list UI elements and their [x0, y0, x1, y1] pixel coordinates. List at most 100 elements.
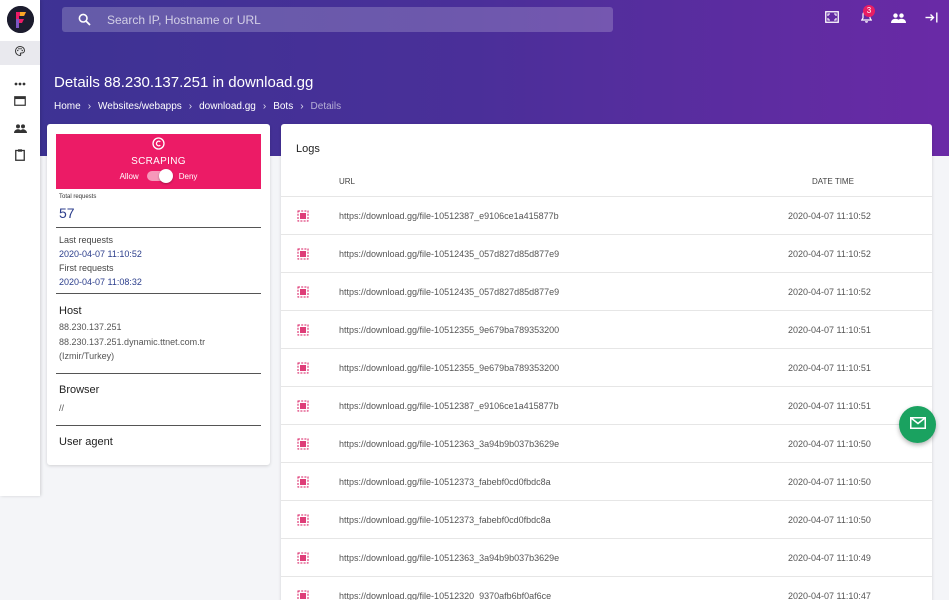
breadcrumb-details: Details — [310, 101, 342, 112]
bot-icon — [297, 437, 309, 450]
bot-icon — [297, 551, 309, 564]
host-heading: Host — [59, 305, 82, 317]
bot-icon — [297, 513, 309, 526]
breadcrumb-separator-icon: › — [262, 101, 267, 112]
log-url[interactable]: https://download.gg/file-10512373_fabebf… — [339, 477, 551, 487]
log-row[interactable]: https://download.gg/file-10512387_e9106c… — [281, 196, 932, 234]
scraping-title: SCRAPING — [131, 156, 186, 167]
app-logo[interactable] — [7, 6, 34, 33]
log-date: 2020-04-07 11:10:50 — [788, 515, 871, 525]
bot-icon — [297, 209, 309, 222]
log-row[interactable]: https://download.gg/file-10512363_3a94b9… — [281, 424, 932, 462]
bot-icon — [297, 361, 309, 374]
bot-details-card: SCRAPING Allow Deny Total requests 57 La… — [47, 124, 270, 465]
breadcrumb-separator-icon: › — [87, 101, 92, 112]
bot-icon — [297, 285, 309, 298]
bot-icon — [297, 247, 309, 260]
last-requests-value: 2020-04-07 11:10:52 — [59, 249, 142, 259]
host-location: (Izmir/Turkey) — [59, 351, 115, 361]
bot-icon — [297, 323, 309, 336]
more-horiz-icon — [14, 73, 26, 91]
logout-button[interactable] — [922, 10, 940, 28]
bot-icon — [297, 589, 309, 600]
team-button[interactable] — [889, 10, 907, 28]
allow-deny-toggle-row: Allow Deny — [56, 169, 261, 183]
palette-icon — [14, 44, 26, 62]
notification-count-badge: 3 — [863, 5, 875, 17]
divider — [56, 425, 261, 426]
browser-window-icon — [14, 93, 26, 111]
group-icon — [890, 10, 906, 28]
log-row[interactable]: https://download.gg/file-10512363_3a94b9… — [281, 538, 932, 576]
sidebar — [0, 0, 40, 496]
col-header-date: DATE TIME — [812, 177, 854, 186]
logout-icon — [925, 10, 938, 28]
log-url[interactable]: https://download.gg/file-10512435_057d82… — [339, 249, 559, 259]
breadcrumb-site[interactable]: download.gg — [199, 101, 256, 112]
log-date: 2020-04-07 11:10:52 — [788, 211, 871, 221]
host-hostname: 88.230.137.251.dynamic.ttnet.com.tr — [59, 337, 206, 347]
allow-deny-toggle[interactable] — [146, 169, 173, 183]
log-url[interactable]: https://download.gg/file-10512355_9e679b… — [339, 325, 559, 335]
divider — [56, 293, 261, 294]
log-url[interactable]: https://download.gg/file-10512373_fabebf… — [339, 515, 551, 525]
fullscreen-button[interactable] — [823, 10, 841, 28]
log-date: 2020-04-07 11:10:52 — [788, 287, 871, 297]
log-row[interactable]: https://download.gg/file-10512373_fabebf… — [281, 462, 932, 500]
first-requests-label: First requests — [59, 263, 114, 273]
bot-icon — [297, 399, 309, 412]
log-row[interactable]: https://download.gg/file-10512435_057d82… — [281, 272, 932, 310]
search-bar[interactable] — [62, 7, 613, 32]
contact-fab-button[interactable] — [899, 406, 936, 443]
scraping-panel: SCRAPING Allow Deny — [56, 134, 261, 189]
log-url[interactable]: https://download.gg/file-10512363_3a94b9… — [339, 439, 559, 449]
breadcrumb-home[interactable]: Home — [54, 101, 81, 112]
log-url[interactable]: https://download.gg/file-10512435_057d82… — [339, 287, 559, 297]
log-date: 2020-04-07 11:10:47 — [788, 591, 871, 600]
log-row[interactable]: https://download.gg/file-10512320_9370af… — [281, 576, 932, 600]
log-row[interactable]: https://download.gg/file-10512355_9e679b… — [281, 348, 932, 386]
log-row[interactable]: https://download.gg/file-10512355_9e679b… — [281, 310, 932, 348]
sidebar-item-users[interactable] — [0, 117, 40, 141]
log-row[interactable]: https://download.gg/file-10512373_fabebf… — [281, 500, 932, 538]
log-url[interactable]: https://download.gg/file-10512387_e9106c… — [339, 211, 559, 221]
fullscreen-icon — [825, 10, 839, 28]
divider — [56, 227, 261, 228]
log-date: 2020-04-07 11:10:52 — [788, 249, 871, 259]
last-requests-label: Last requests — [59, 235, 114, 245]
col-header-url: URL — [339, 177, 356, 186]
sidebar-item-palette[interactable] — [0, 41, 40, 65]
toggle-knob — [158, 169, 173, 183]
page-title: Details 88.230.137.251 in download.gg — [54, 74, 314, 91]
breadcrumb-bots[interactable]: Bots — [273, 101, 293, 112]
log-date: 2020-04-07 11:10:51 — [788, 363, 871, 373]
log-date: 2020-04-07 11:10:49 — [788, 553, 871, 563]
logs-card: Logs URL DATE TIME https://download.gg/f… — [281, 124, 932, 600]
log-url[interactable]: https://download.gg/file-10512355_9e679b… — [339, 363, 559, 373]
total-requests-label: Total requests — [59, 194, 97, 200]
log-row[interactable]: https://download.gg/file-10512387_e9106c… — [281, 386, 932, 424]
host-ip: 88.230.137.251 — [59, 322, 122, 332]
deny-label: Deny — [178, 171, 198, 181]
user-agent-heading: User agent — [59, 436, 113, 448]
search-icon — [78, 13, 92, 27]
log-url[interactable]: https://download.gg/file-10512363_3a94b9… — [339, 553, 559, 563]
search-input[interactable] — [107, 12, 587, 27]
log-date: 2020-04-07 11:10:50 — [788, 439, 871, 449]
log-url[interactable]: https://download.gg/file-10512320_9370af… — [339, 591, 551, 600]
breadcrumb-separator-icon: › — [300, 101, 304, 112]
sidebar-item-reports[interactable] — [0, 145, 40, 169]
browser-value: // — [59, 403, 65, 413]
log-row[interactable]: https://download.gg/file-10512435_057d82… — [281, 234, 932, 272]
divider — [56, 373, 261, 374]
bot-icon — [297, 475, 309, 488]
browser-heading: Browser — [59, 384, 100, 396]
sidebar-item-websites[interactable] — [0, 90, 40, 114]
mail-icon — [909, 416, 926, 434]
breadcrumb-websites[interactable]: Websites/webapps — [98, 101, 182, 112]
breadcrumb-separator-icon: › — [188, 101, 193, 112]
log-date: 2020-04-07 11:10:50 — [788, 477, 871, 487]
breadcrumb: Home › Websites/webapps › download.gg › … — [54, 101, 341, 112]
clipboard-icon — [15, 148, 25, 166]
log-url[interactable]: https://download.gg/file-10512387_e9106c… — [339, 401, 559, 411]
